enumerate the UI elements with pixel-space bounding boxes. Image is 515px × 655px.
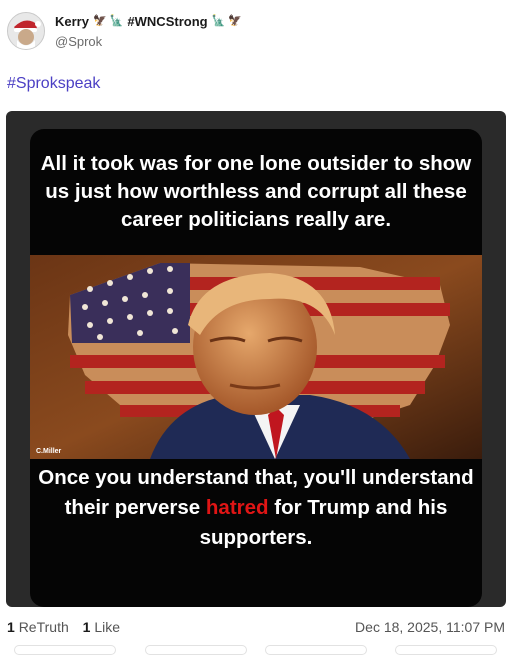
meme-image: All it took was for one lone outsider to… — [30, 129, 482, 607]
post-stats: 1 ReTruth 1 Like — [7, 619, 130, 635]
retruth-action[interactable] — [145, 645, 247, 655]
share-action[interactable] — [395, 645, 497, 655]
meme-highlight-word: hatred — [205, 496, 269, 519]
meme-photo: C.Miller — [30, 255, 482, 459]
like-count: 1 — [82, 619, 91, 635]
post-header: Kerry 🦅 🗽 #WNCStrong 🗽 🦅 @Sprok — [7, 10, 507, 52]
user-handle[interactable]: @Sprok — [55, 34, 102, 49]
like-label: Like — [94, 619, 121, 635]
meme-bottom-text: Once you understand that, you'll underst… — [30, 463, 482, 593]
like-action[interactable] — [265, 645, 367, 655]
image-credit: C.Miller — [36, 448, 62, 455]
statue-eagle-emoji-right: 🗽 🦅 — [211, 15, 243, 27]
display-name[interactable]: Kerry 🦅 🗽 #WNCStrong 🗽 🦅 — [55, 14, 242, 29]
retruth-label: ReTruth — [18, 619, 69, 635]
like-count-link[interactable]: 1 Like — [83, 619, 120, 635]
post-timestamp[interactable]: Dec 18, 2025, 11:07 PM — [355, 619, 505, 635]
avatar[interactable] — [7, 12, 45, 50]
reply-action[interactable] — [14, 645, 116, 655]
display-name-text: Kerry — [55, 14, 89, 29]
name-tag: #WNCStrong — [127, 14, 208, 29]
meme-top-text: All it took was for one lone outsider to… — [40, 152, 472, 231]
post-media[interactable]: All it took was for one lone outsider to… — [6, 111, 506, 607]
retruth-count: 1 — [7, 619, 15, 635]
post-hashtag[interactable]: #Sprokspeak — [7, 75, 100, 93]
eagle-statue-emoji-left: 🦅 🗽 — [92, 15, 124, 27]
retruth-count-link[interactable]: 1 ReTruth — [7, 619, 69, 635]
